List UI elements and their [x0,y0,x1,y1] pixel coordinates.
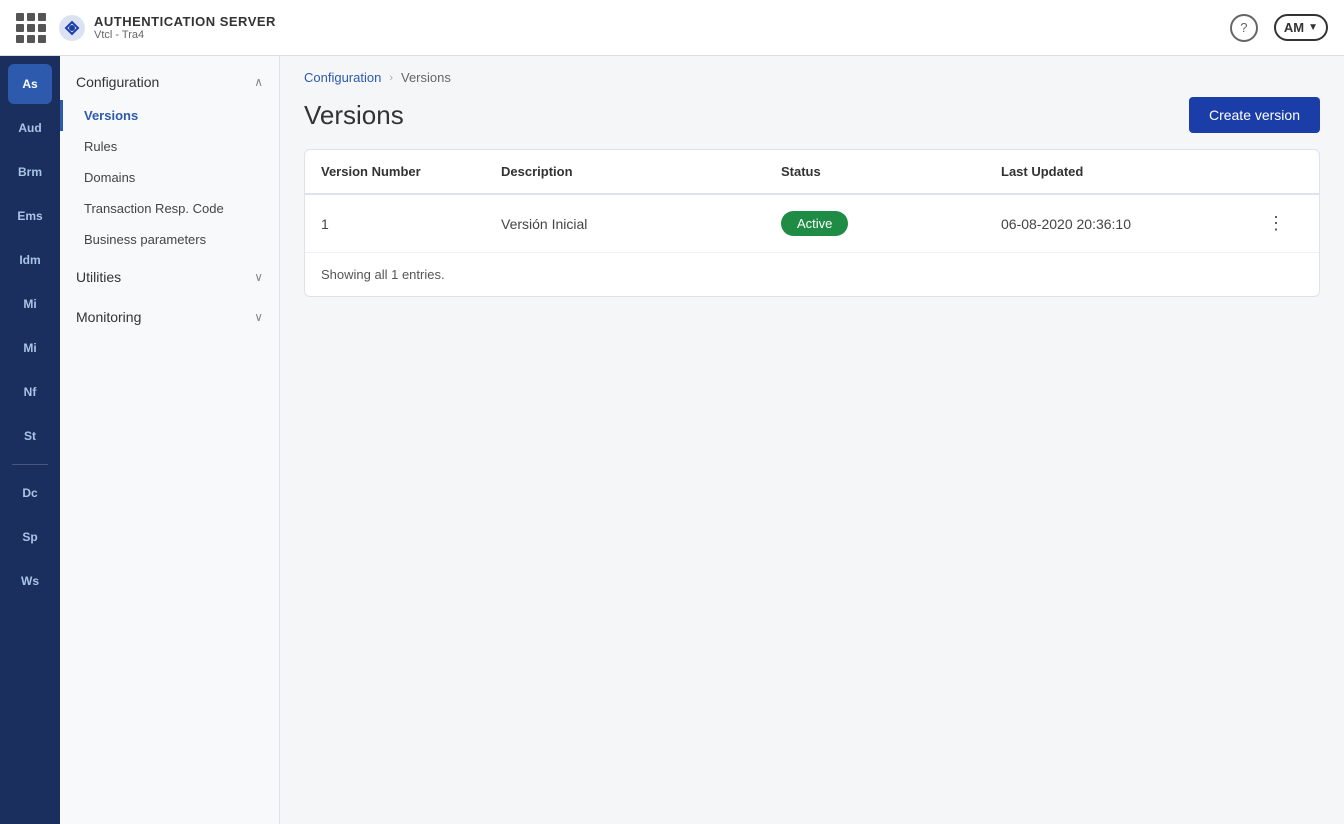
col-actions [1263,164,1303,179]
sidebar-configuration-label: Configuration [76,74,159,90]
sidebar-monitoring-label: Monitoring [76,309,141,325]
sidebar-utilities-label: Utilities [76,269,121,285]
sidebar-configuration-section: Configuration ∧ Versions Rules Domains T… [60,64,279,255]
sidebar-item-domains[interactable]: Domains [60,162,279,193]
cell-version-number: 1 [321,216,501,232]
nav-icon-brm[interactable]: Brm [8,152,52,192]
versions-table: Version Number Description Status Last U… [304,149,1320,297]
col-description: Description [501,164,781,179]
cell-row-actions: ⋮ [1263,209,1303,238]
sidebar-configuration-items: Versions Rules Domains Transaction Resp.… [60,100,279,255]
col-last-updated: Last Updated [1001,164,1263,179]
cell-last-updated: 06-08-2020 20:36:10 [1001,216,1263,232]
col-version-number: Version Number [321,164,501,179]
user-initials: AM [1284,20,1304,35]
row-more-button[interactable]: ⋮ [1263,209,1289,238]
sidebar: Configuration ∧ Versions Rules Domains T… [60,56,280,824]
app-subtitle: Vtcl - Tra4 [94,29,276,41]
sidebar-utilities-section: Utilities ∨ [60,259,279,295]
nav-divider [12,464,48,465]
nav-icon-ems[interactable]: Ems [8,196,52,236]
sidebar-configuration-header[interactable]: Configuration ∧ [60,64,279,100]
sidebar-monitoring-section: Monitoring ∨ [60,299,279,335]
sidebar-utilities-header[interactable]: Utilities ∨ [60,259,279,295]
page-title: Versions [304,100,404,131]
nav-icon-nf[interactable]: Nf [8,372,52,412]
nav-icon-aud[interactable]: Aud [8,108,52,148]
icon-nav: As Aud Brm Ems Idm Mi Mi Nf St Dc Sp Ws [0,56,60,824]
status-badge: Active [781,211,848,236]
nav-icon-mi1[interactable]: Mi [8,284,52,324]
page-header: Versions Create version [280,85,1344,149]
col-status: Status [781,164,1001,179]
sidebar-item-business-parameters[interactable]: Business parameters [60,224,279,255]
sidebar-item-transaction-resp-code[interactable]: Transaction Resp. Code [60,193,279,224]
nav-icon-st[interactable]: St [8,416,52,456]
logo-icon [58,14,86,42]
chevron-down-icon: ▼ [1308,22,1318,33]
table-row: 1 Versión Inicial Active 06-08-2020 20:3… [305,195,1319,253]
breadcrumb: Configuration › Versions [280,56,1344,85]
app-name: AUTHENTICATION SERVER [94,14,276,29]
sidebar-item-versions[interactable]: Versions [60,100,279,131]
nav-icon-ws[interactable]: Ws [8,561,52,601]
entries-count: Showing all 1 entries. [321,267,445,282]
breadcrumb-separator: › [389,72,393,84]
content-area: Configuration › Versions Versions Create… [280,56,1344,824]
cell-status: Active [781,211,1001,236]
table-header: Version Number Description Status Last U… [305,150,1319,195]
create-version-button[interactable]: Create version [1189,97,1320,133]
sidebar-item-rules[interactable]: Rules [60,131,279,162]
cell-description: Versión Inicial [501,216,781,232]
nav-icon-as[interactable]: As [8,64,52,104]
app-logo: AUTHENTICATION SERVER Vtcl - Tra4 [58,14,276,42]
nav-icon-sp[interactable]: Sp [8,517,52,557]
help-button[interactable]: ? [1230,14,1258,42]
table-footer: Showing all 1 entries. [305,253,1319,296]
chevron-up-icon: ∧ [254,75,263,89]
sidebar-monitoring-header[interactable]: Monitoring ∨ [60,299,279,335]
nav-icon-idm[interactable]: Idm [8,240,52,280]
grid-menu-icon[interactable] [16,13,46,43]
breadcrumb-current: Versions [401,70,451,85]
breadcrumb-configuration-link[interactable]: Configuration [304,70,381,85]
nav-icon-dc[interactable]: Dc [8,473,52,513]
user-menu-button[interactable]: AM ▼ [1274,14,1328,41]
chevron-down-monitoring-icon: ∨ [254,310,263,324]
nav-icon-mi2[interactable]: Mi [8,328,52,368]
chevron-down-utilities-icon: ∨ [254,270,263,284]
